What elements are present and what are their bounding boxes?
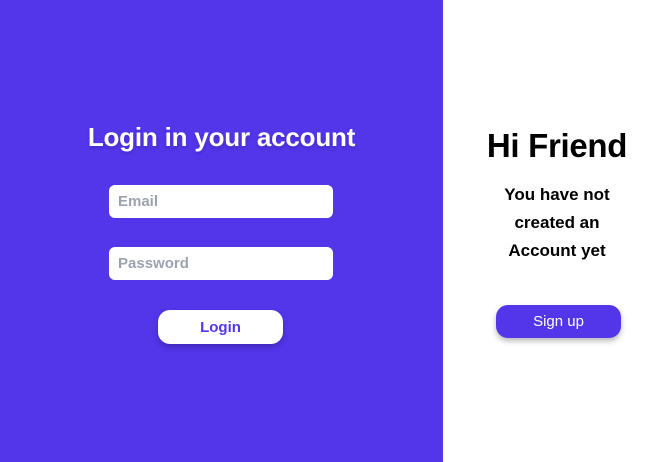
login-title: Login in your account	[87, 122, 356, 152]
signup-message: You have not created an Account yet	[504, 185, 610, 260]
greeting-title: Hi Friend	[486, 127, 628, 164]
login-button[interactable]: Login	[158, 310, 283, 344]
email-field[interactable]	[109, 185, 333, 218]
password-field[interactable]	[109, 247, 333, 280]
login-panel: Login in your account Login	[0, 0, 443, 462]
signup-panel: Hi Friend You have not created an Accoun…	[443, 0, 671, 462]
signup-button[interactable]: Sign up	[496, 305, 621, 338]
auth-page: Login in your account Login Hi Friend Yo…	[0, 0, 671, 462]
